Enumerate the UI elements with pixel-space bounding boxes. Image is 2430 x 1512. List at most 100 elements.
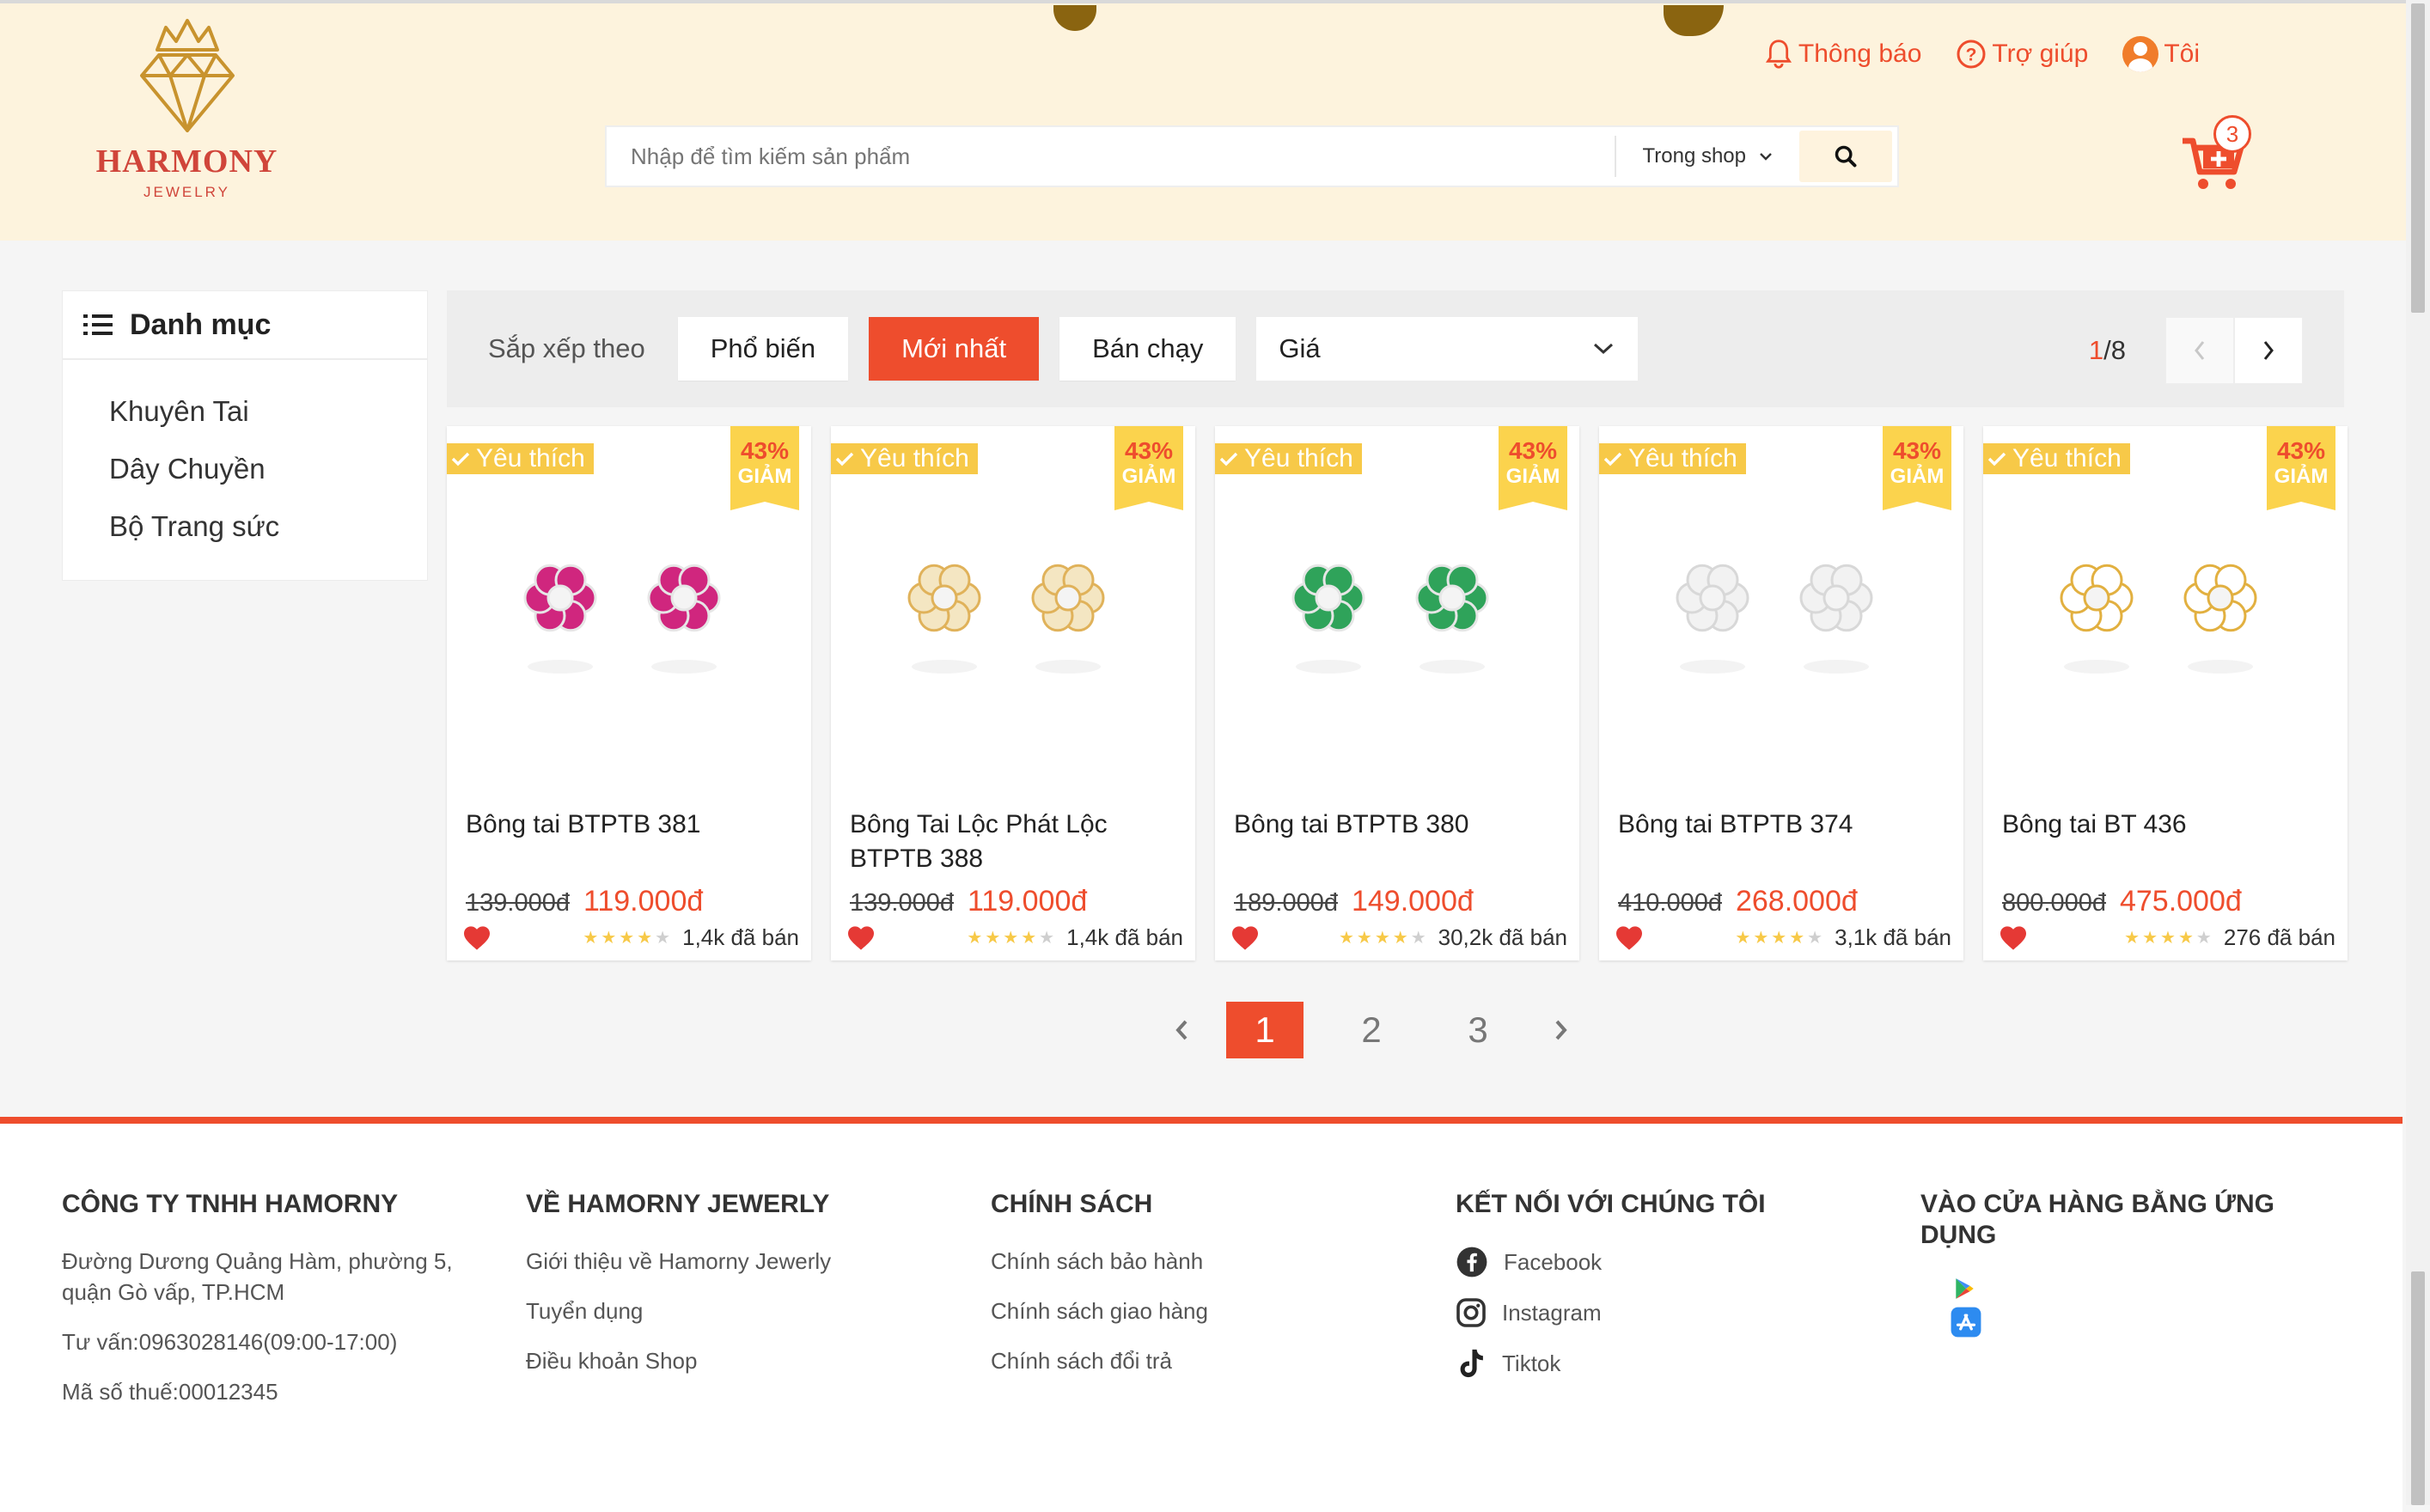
star-icon: ★ [2160, 928, 2176, 948]
footer-link-careers[interactable]: Tuyển dụng [526, 1296, 956, 1326]
heart-icon[interactable] [1999, 925, 2028, 951]
price-sort-select[interactable]: Giá [1256, 317, 1639, 381]
earring-graphic [2060, 564, 2134, 674]
product-card[interactable]: Yêu thích 43% GIẢM Bông tai BTPTB 380 189.00… [1215, 426, 1579, 960]
heart-icon[interactable] [1615, 925, 1644, 951]
sidebar-item-bo-trang-suc[interactable]: Bộ Trang sức [109, 497, 427, 555]
product-name: Bông Tai Lộc Phát Lộc BTPTB 388 [850, 810, 1108, 873]
check-icon [1987, 452, 2006, 466]
heart-icon[interactable] [846, 925, 876, 951]
page-number[interactable]: 3 [1439, 1002, 1517, 1058]
sidebar-header: Danh mục [63, 291, 427, 360]
page-scrollbar[interactable] [2406, 0, 2430, 1505]
page-indicator: 1/8 [2089, 335, 2126, 366]
account-link[interactable]: Tôi [2122, 36, 2200, 72]
discount-percent: 43% [740, 437, 790, 464]
rating-stars: ★ ★ ★ ★ ★ [967, 930, 1054, 947]
footer-heading: VỀ HAMORNY JEWERLY [526, 1190, 830, 1218]
pagination-prev[interactable] [1151, 1003, 1212, 1058]
chevron-left-icon [2195, 341, 2205, 360]
original-price: 139.000đ [850, 889, 954, 917]
sale-price: 119.000đ [967, 885, 1088, 918]
site-logo[interactable]: HARMONY JEWELRY [90, 15, 284, 200]
original-price: 189.000đ [1234, 889, 1338, 917]
pagination-next[interactable] [1531, 1003, 1591, 1058]
google-play-link[interactable] [1920, 1277, 2324, 1301]
next-page-button[interactable] [2234, 317, 2303, 384]
check-icon [1219, 452, 1238, 466]
search-bar: Trong shop [605, 125, 1899, 187]
star-icon: ★ [1410, 928, 1426, 948]
star-icon: ★ [601, 928, 617, 948]
search-scope-select[interactable]: Trong shop [1615, 136, 1799, 177]
footer-link-about[interactable]: Giới thiệu về Hamorny Jewerly [526, 1246, 956, 1277]
scrollbar-thumb[interactable] [2411, 1271, 2425, 1505]
cart-button[interactable]: 3 [2179, 110, 2282, 189]
earring-graphic [1799, 564, 1873, 674]
product-card[interactable]: Yêu thích 43% GIẢM Bông Tai Lộc Phát Lộc BT… [831, 426, 1195, 960]
sale-price: 149.000đ [1351, 885, 1474, 918]
footer-link-shipping[interactable]: Chính sách giao hàng [991, 1296, 1420, 1326]
app-store-link[interactable] [1920, 1306, 2324, 1338]
account-label: Tôi [2164, 40, 2200, 68]
discount-percent: 43% [2276, 437, 2326, 464]
star-icon: ★ [637, 928, 653, 948]
chevron-right-icon [1555, 1020, 1567, 1040]
price-row: 139.000đ 119.000đ [466, 885, 703, 918]
product-card[interactable]: Yêu thích 43% GIẢM Bông tai BTPTB 381 139.00… [447, 426, 811, 960]
footer-link-facebook[interactable]: Facebook [1456, 1246, 1885, 1278]
favorite-tag: Yêu thích [1599, 443, 1746, 474]
product-meta: ★ ★ ★ ★ ★ 1,4k đã bán [462, 924, 799, 951]
footer-link-returns[interactable]: Chính sách đổi trả [991, 1345, 1420, 1376]
heart-icon[interactable] [1230, 925, 1260, 951]
product-meta: ★ ★ ★ ★ ★ 1,4k đã bán [846, 924, 1183, 951]
footer-link-tiktok[interactable]: Tiktok [1456, 1347, 1885, 1380]
rating-stars: ★ ★ ★ ★ ★ [583, 930, 670, 947]
avatar-icon [2122, 36, 2159, 72]
sold-count: 1,4k đã bán [1066, 924, 1183, 950]
sort-label: Sắp xếp theo [488, 333, 645, 363]
scrollbar-thumb[interactable] [2411, 3, 2425, 313]
notifications-link[interactable]: Thông báo [1764, 39, 1921, 70]
product-card[interactable]: Yêu thích 43% GIẢM Bông tai BT 436 800.000đ 4… [1983, 426, 2348, 960]
search-button[interactable] [1799, 131, 1892, 182]
help-link[interactable]: ? Trợ giúp [1956, 39, 2088, 70]
footer-link-warranty[interactable]: Chính sách bảo hành [991, 1246, 1420, 1277]
star-icon: ★ [1807, 928, 1823, 948]
footer-social: KẾT NỐI VỚI CHÚNG TÔI Facebook Instagram… [1456, 1189, 1885, 1399]
footer-link-instagram[interactable]: Instagram [1456, 1297, 1885, 1328]
star-icon: ★ [985, 928, 1001, 948]
sort-bestselling-button[interactable]: Bán chạy [1059, 317, 1236, 381]
sidebar-item-day-chuyen[interactable]: Dây Chuyền [109, 440, 427, 497]
page-number[interactable]: 2 [1333, 1002, 1410, 1058]
category-sidebar: Danh mục Khuyên Tai Dây Chuyền Bộ Trang … [62, 290, 428, 581]
company-phone: Tư vấn:0963028146(09:00-17:00) [62, 1329, 398, 1355]
sort-newest-button[interactable]: Mới nhất [869, 317, 1040, 381]
discount-percent: 43% [1124, 437, 1174, 464]
sort-popular-button[interactable]: Phổ biến [677, 317, 849, 381]
favorite-tag: Yêu thích [1215, 443, 1362, 474]
list-icon [83, 314, 113, 335]
favorite-tag: Yêu thích [1983, 443, 2130, 474]
question-icon: ? [1957, 40, 1986, 69]
prev-page-button[interactable] [2165, 317, 2234, 384]
product-card[interactable]: Yêu thích 43% GIẢM Bông tai BTPTB 374 410.00… [1599, 426, 1963, 960]
sidebar-item-khuyen-tai[interactable]: Khuyên Tai [109, 382, 427, 440]
footer-link-terms[interactable]: Điều khoản Shop [526, 1345, 956, 1376]
chevron-right-icon [2263, 341, 2274, 360]
earring-graphic [2183, 564, 2257, 674]
favorite-tag-label: Yêu thích [860, 444, 969, 472]
star-icon: ★ [1039, 928, 1055, 948]
star-icon: ★ [1338, 928, 1354, 948]
product-name: Bông tai BTPTB 374 [1618, 810, 1853, 838]
product-image [523, 564, 721, 674]
price-row: 139.000đ 119.000đ [850, 885, 1087, 918]
search-input[interactable] [607, 127, 1615, 186]
star-icon: ★ [2124, 928, 2140, 948]
earring-graphic [523, 564, 597, 674]
star-icon: ★ [2195, 928, 2212, 948]
sold-count: 3,1k đã bán [1835, 924, 1951, 950]
page-number[interactable]: 1 [1226, 1002, 1304, 1058]
heart-icon[interactable] [462, 925, 491, 951]
search-scope-label: Trong shop [1642, 144, 1746, 168]
